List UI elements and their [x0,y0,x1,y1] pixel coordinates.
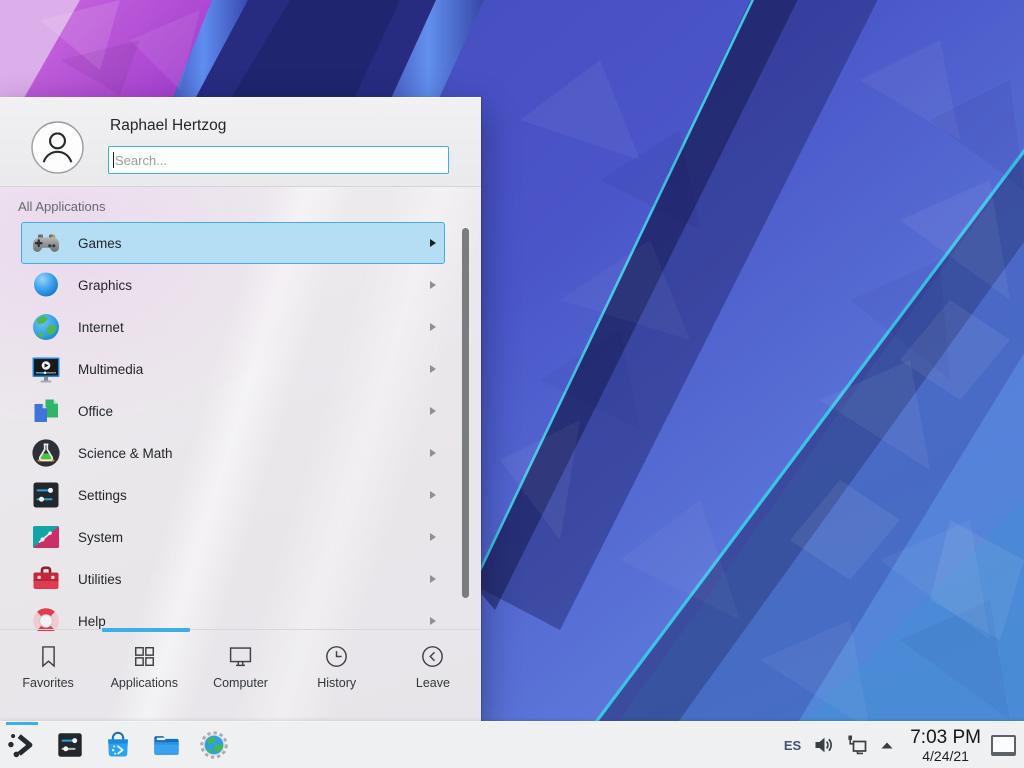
folder-icon [151,730,181,760]
clock[interactable]: 7:03 PM 4/24/21 [910,728,981,763]
launcher-footer: Favorites Applications Computer History Leav… [0,629,481,722]
tab-applications[interactable]: Applications [96,630,192,722]
help-lifebuoy-icon [30,605,62,631]
leave-icon [419,643,446,670]
globe-icon [30,311,62,343]
tab-label: Leave [416,676,450,690]
globe-gear-icon [199,730,229,760]
category-item-multimedia[interactable]: Multimedia [21,348,445,390]
user-name: Raphael Hertzog [110,117,226,135]
active-tab-indicator [102,628,190,632]
utilities-toolbox-icon [30,563,62,595]
tab-history[interactable]: History [289,630,385,722]
category-label: System [78,530,123,545]
wired-network-icon[interactable] [846,734,868,756]
expand-tray-icon[interactable] [879,734,895,756]
category-label: Settings [78,488,127,503]
settings-sliders-icon [30,479,62,511]
clock-date: 4/24/21 [910,749,981,763]
kde-launcher-icon [7,730,37,760]
system-tray: ES 7:03 PM 4/24/21 [784,722,1024,768]
category-item-science-math[interactable]: Science & Math [21,432,445,474]
tab-label: History [317,676,356,690]
clock-time: 7:03 PM [910,728,981,747]
user-icon [31,121,84,174]
office-documents-icon [30,395,62,427]
chevron-right-icon [430,281,436,289]
category-item-internet[interactable]: Internet [21,306,445,348]
chevron-right-icon [430,407,436,415]
tab-leave[interactable]: Leave [385,630,481,722]
text-caret [113,152,114,168]
search-field [108,146,449,174]
chevron-right-icon [430,575,436,583]
category-label: Science & Math [78,446,173,461]
application-launcher-menu: Raphael Hertzog All Applications Games Gr… [0,97,481,722]
chevron-right-icon [430,491,436,499]
category-label: Graphics [78,278,132,293]
category-label: Help [78,614,106,629]
system-sliders-icon [30,521,62,553]
taskbar-application-launcher-button[interactable] [6,729,38,761]
show-desktop-button[interactable] [991,735,1016,756]
category-item-system[interactable]: System [21,516,445,558]
chevron-right-icon [430,533,436,541]
launcher-header: Raphael Hertzog [0,98,481,187]
clock-icon [323,643,350,670]
category-item-games[interactable]: Games [21,222,445,264]
tab-label: Favorites [22,676,73,690]
system-settings-icon [55,730,85,760]
category-item-utilities[interactable]: Utilities [21,558,445,600]
tab-favorites[interactable]: Favorites [0,630,96,722]
chevron-right-icon [430,365,436,373]
volume-icon[interactable] [813,734,835,756]
taskbar-pinned-apps [6,722,230,768]
taskbar: ES 7:03 PM 4/24/21 [0,721,1024,768]
gamepad-icon [30,227,62,259]
search-input[interactable] [108,146,449,174]
category-item-settings[interactable]: Settings [21,474,445,516]
discover-bag-icon [103,730,133,760]
chevron-right-icon [430,239,436,247]
grid-icon [131,643,158,670]
category-label: Multimedia [78,362,143,377]
keyboard-layout-indicator[interactable]: ES [784,738,801,753]
taskbar-discover-button[interactable] [102,729,134,761]
footer-tabs: Favorites Applications Computer History Leav… [0,630,481,722]
monitor-icon [227,643,254,670]
scrollbar-thumb[interactable] [462,228,469,598]
chevron-right-icon [430,449,436,457]
section-label: All Applications [18,199,105,214]
taskbar-file-manager-button[interactable] [150,729,182,761]
category-label: Internet [78,320,124,335]
tab-computer[interactable]: Computer [192,630,288,722]
category-item-office[interactable]: Office [21,390,445,432]
chevron-right-icon [430,617,436,625]
taskbar-web-browser-button[interactable] [198,729,230,761]
desktop: Raphael Hertzog All Applications Games Gr… [0,0,1024,768]
science-flask-icon [30,437,62,469]
bookmark-icon [35,643,62,670]
category-item-graphics[interactable]: Graphics [21,264,445,306]
category-label: Games [78,236,122,251]
category-list: Games Graphics Internet Multimedia Office Sci… [0,222,481,631]
category-item-help[interactable]: Help [21,600,445,631]
graphics-sphere-icon [30,269,62,301]
user-avatar[interactable] [31,121,84,174]
tab-label: Applications [111,676,178,690]
category-label: Utilities [78,572,122,587]
taskbar-system-settings-button[interactable] [54,729,86,761]
multimedia-monitor-icon [30,353,62,385]
chevron-right-icon [430,323,436,331]
category-label: Office [78,404,113,419]
tab-label: Computer [213,676,268,690]
